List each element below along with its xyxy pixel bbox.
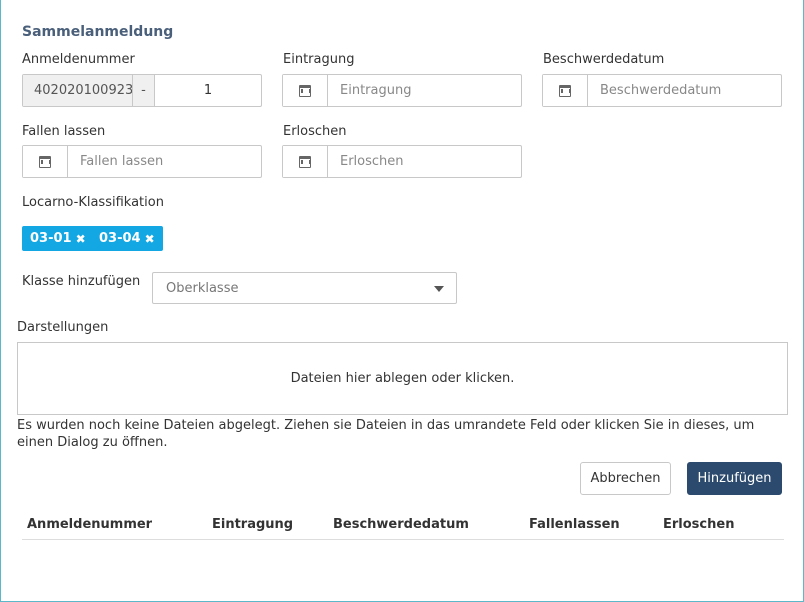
erloschen-input[interactable]: Erloschen xyxy=(328,146,521,177)
beschwerdedatum-field: Beschwerdedatum xyxy=(542,74,782,107)
anmeldenummer-separator: - xyxy=(133,75,155,106)
beschwerdedatum-input[interactable]: Beschwerdedatum xyxy=(588,75,781,106)
beschwerdedatum-label: Beschwerdedatum xyxy=(543,52,665,67)
column-header-anmeldenummer[interactable]: Anmeldenummer xyxy=(27,517,152,532)
dropzone-hint: Es wurden noch keine Dateien abgelegt. Z… xyxy=(17,418,755,450)
cancel-button[interactable]: Abbrechen xyxy=(580,462,671,495)
fallen-lassen-input[interactable]: Fallen lassen xyxy=(68,146,261,177)
fallen-lassen-field: Fallen lassen xyxy=(22,145,262,178)
column-header-eintragung[interactable]: Eintragung xyxy=(212,517,293,532)
locarno-tag-label: 03-04 xyxy=(99,231,141,246)
erloschen-calendar-button[interactable] xyxy=(283,146,328,177)
locarno-tag: 03-01 ✖ xyxy=(22,226,94,251)
file-dropzone[interactable]: Dateien hier ablegen oder klicken. xyxy=(17,342,788,415)
locarno-tag-label: 03-01 xyxy=(30,231,72,246)
eintragung-label: Eintragung xyxy=(283,52,355,67)
column-header-beschwerdedatum[interactable]: Beschwerdedatum xyxy=(333,517,469,532)
remove-tag-icon[interactable]: ✖ xyxy=(76,232,86,246)
calendar-icon xyxy=(559,84,571,97)
calendar-icon xyxy=(299,155,311,168)
eintragung-calendar-button[interactable] xyxy=(283,75,328,106)
locarno-tag: 03-04 ✖ xyxy=(91,226,163,251)
anmeldenummer-suffix-input[interactable]: 1 xyxy=(155,75,261,106)
anmeldenummer-prefix: 40202010092315 xyxy=(23,75,133,106)
column-header-erloschen[interactable]: Erloschen xyxy=(663,517,734,532)
fallen-lassen-calendar-button[interactable] xyxy=(23,146,68,177)
klasse-label: Klasse hinzufügen xyxy=(22,274,141,289)
column-header-fallenlassen[interactable]: Fallenlassen xyxy=(529,517,620,532)
darstellungen-label: Darstellungen xyxy=(17,320,109,335)
beschwerdedatum-calendar-button[interactable] xyxy=(543,75,588,106)
caret-down-icon xyxy=(434,286,444,292)
calendar-icon xyxy=(39,155,51,168)
table-header: Anmeldenummer Eintragung Beschwerdedatum… xyxy=(22,508,784,540)
dropzone-text: Dateien hier ablegen oder klicken. xyxy=(290,371,515,386)
locarno-label: Locarno-Klassifikation xyxy=(22,195,164,210)
remove-tag-icon[interactable]: ✖ xyxy=(145,232,155,246)
anmeldenummer-label: Anmeldenummer xyxy=(22,52,135,67)
add-button[interactable]: Hinzufügen xyxy=(687,462,782,495)
calendar-icon xyxy=(299,84,311,97)
anmeldenummer-field: 40202010092315 - 1 xyxy=(22,74,262,107)
fallen-lassen-label: Fallen lassen xyxy=(22,124,106,139)
oberklasse-select[interactable]: Oberklasse xyxy=(152,272,457,304)
eintragung-field: Eintragung xyxy=(282,74,522,107)
erloschen-label: Erloschen xyxy=(283,124,347,139)
eintragung-input[interactable]: Eintragung xyxy=(328,75,521,106)
erloschen-field: Erloschen xyxy=(282,145,522,178)
oberklasse-select-value: Oberklasse xyxy=(166,280,239,296)
section-title: Sammelanmeldung xyxy=(22,24,174,40)
